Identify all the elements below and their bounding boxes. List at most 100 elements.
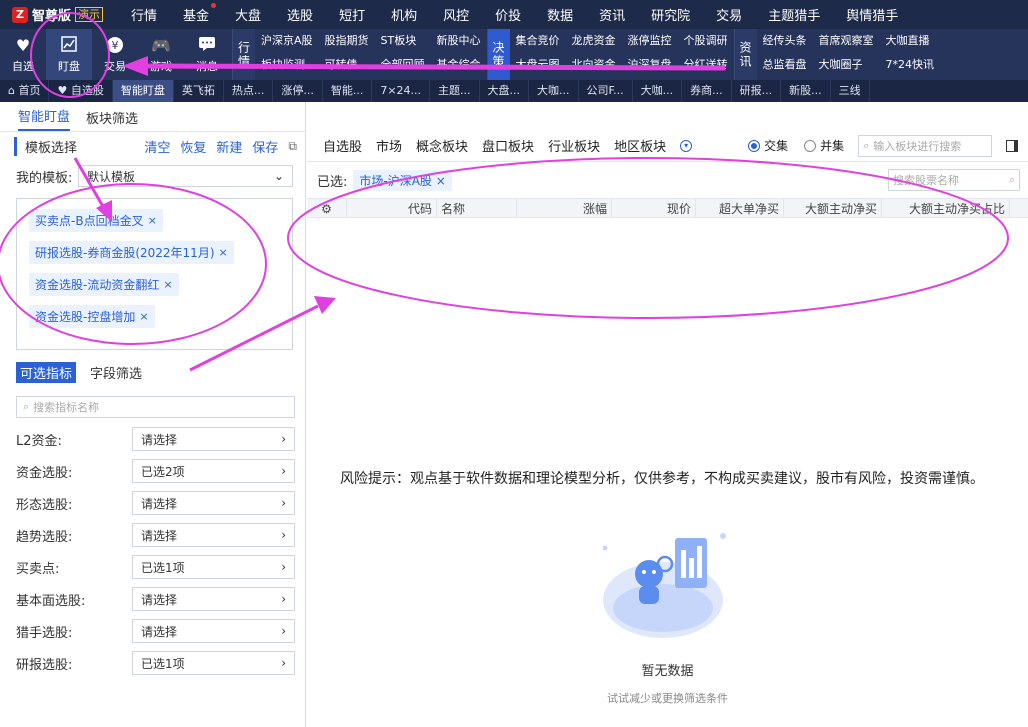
tab-item[interactable]: 大盘... — [480, 80, 530, 102]
col-price[interactable]: 现价 — [612, 199, 696, 217]
col-large-active-ratio[interactable]: 大额主动净买占比 — [882, 199, 1010, 217]
col-super-large-net[interactable]: 超大单净买 — [696, 199, 784, 217]
tab-item[interactable]: 三线 — [831, 80, 870, 102]
union-radio[interactable]: 并集 — [804, 137, 844, 154]
indicator-search-input[interactable]: ⌕ 搜索指标名称 — [16, 396, 295, 418]
tab-item[interactable]: 涨停... — [273, 80, 323, 102]
tab-item[interactable]: 新股... — [781, 80, 831, 102]
more-tabs-icon[interactable]: ▾ — [680, 139, 693, 152]
tab-item[interactable]: 券商... — [682, 80, 732, 102]
tab-smart-monitor[interactable]: 智能盯盘 — [18, 106, 71, 131]
indicator-select[interactable]: 已选2项 › — [132, 459, 295, 483]
tab-item[interactable]: 7×24... — [372, 80, 431, 102]
tab-item[interactable]: 大咖... — [529, 80, 579, 102]
toolbar-link[interactable]: 板块监测 — [255, 53, 319, 77]
col-name[interactable]: 名称 — [437, 199, 517, 217]
collapse-panel-icon[interactable] — [1006, 139, 1019, 152]
settings-icon[interactable]: ⚙ — [307, 199, 347, 217]
topnav-item[interactable]: 短打 — [326, 5, 378, 24]
new-button[interactable]: 新建 — [216, 137, 242, 156]
topnav-item[interactable]: 资讯 — [586, 5, 638, 24]
toolbar-link[interactable]: 总监看盘 — [757, 53, 813, 77]
tab-sector-filter[interactable]: 板块筛选 — [86, 108, 138, 131]
topnav-item[interactable]: 数据 — [534, 5, 586, 24]
toolbar-link[interactable]: 个股调研 — [678, 29, 734, 53]
topnav-item[interactable]: 选股 — [274, 5, 326, 24]
topnav-item[interactable]: 舆情猎手 — [833, 5, 911, 24]
topnav-item[interactable]: 主题猎手 — [755, 5, 833, 24]
topnav-item[interactable]: 研究院 — [638, 5, 703, 24]
toolbar-link[interactable]: 大咖圈子 — [813, 53, 880, 77]
close-icon[interactable]: × — [148, 214, 157, 227]
stock-search-input[interactable]: 搜索股票名称 ⌕ — [888, 169, 1020, 191]
col-change[interactable]: 涨幅 — [517, 199, 612, 217]
indicator-select[interactable]: 已选1项 › — [132, 651, 295, 675]
tab-order-book[interactable]: 盘口板块 — [482, 136, 534, 155]
intersect-radio[interactable]: 交集 — [748, 137, 788, 154]
tab-item[interactable]: 主题... — [430, 80, 480, 102]
close-icon[interactable]: × — [219, 246, 228, 259]
toolbar-link[interactable]: 股指期货 — [319, 29, 375, 53]
toolbar-link[interactable]: 经传头条 — [757, 29, 813, 53]
tab-concept[interactable]: 概念板块 — [416, 136, 468, 155]
topnav-item[interactable]: 机构 — [378, 5, 430, 24]
save-button[interactable]: 保存 — [252, 137, 278, 156]
clear-button[interactable]: 清空 — [144, 137, 170, 156]
tab-industry[interactable]: 行业板块 — [548, 136, 600, 155]
tab-item[interactable]: 研报... — [732, 80, 782, 102]
monitor-button[interactable]: 盯盘 — [46, 29, 92, 80]
message-button[interactable]: 消息 — [184, 29, 230, 80]
tab-item[interactable]: ♥ 自选股 — [49, 80, 113, 102]
toolbar-link[interactable]: 沪深复盘 — [622, 53, 678, 77]
toolbar-link[interactable]: 沪深京A股 — [255, 29, 319, 53]
topnav-item[interactable]: 价投 — [482, 5, 534, 24]
toolbar-link[interactable]: 龙虎资金 — [566, 29, 622, 53]
close-icon[interactable]: × — [163, 278, 172, 291]
copy-icon[interactable]: ⧉ — [288, 139, 297, 154]
topnav-item[interactable]: 行情 — [118, 5, 170, 24]
tab-item[interactable]: 智能... — [323, 80, 373, 102]
col-large-active-net[interactable]: 大额主动净买 — [784, 199, 882, 217]
template-chip[interactable]: 资金选股-控盘增加 × — [29, 305, 155, 328]
topnav-item[interactable]: 基金 — [170, 3, 222, 24]
tab-item[interactable]: 公司F... — [579, 80, 633, 102]
toolbar-link[interactable]: 首席观察室 — [813, 29, 880, 53]
tab-item[interactable]: 英飞拓 — [174, 80, 224, 102]
toolbar-group-label[interactable]: 行情 — [233, 29, 255, 80]
toolbar-link[interactable]: 7*24快讯 — [880, 53, 941, 77]
indicator-select[interactable]: 请选择 › — [132, 619, 295, 643]
indicator-select[interactable]: 已选1项 › — [132, 555, 295, 579]
tab-region[interactable]: 地区板块 — [614, 136, 666, 155]
toolbar-link[interactable]: 可转债 — [319, 53, 375, 77]
toolbar-link[interactable]: 大盘云图 — [510, 53, 566, 77]
toolbar-link[interactable]: 分红送转 — [678, 53, 734, 77]
toolbar-group-label[interactable]: 资讯 — [734, 29, 757, 80]
toolbar-link[interactable]: 基金综合 — [431, 53, 487, 77]
tab-watchlist[interactable]: 自选股 — [323, 136, 362, 155]
col-code[interactable]: 代码 — [347, 199, 437, 217]
tab-item[interactable]: ⌂ 首页 — [0, 80, 50, 102]
tab-field-filter[interactable]: 字段筛选 — [86, 362, 146, 383]
indicator-select[interactable]: 请选择 › — [132, 427, 295, 451]
tab-item[interactable]: 大咖... — [633, 80, 683, 102]
close-icon[interactable]: × — [139, 310, 148, 323]
restore-button[interactable]: 恢复 — [180, 137, 206, 156]
selected-chip[interactable]: 市场-沪深A股 × — [353, 169, 452, 191]
template-chip[interactable]: 资金选股-流动资金翻红 × — [29, 273, 179, 296]
sector-search-input[interactable]: ⌕ 输入板块进行搜索 — [858, 134, 993, 157]
tab-market[interactable]: 市场 — [376, 136, 402, 155]
toolbar-link[interactable]: 大咖直播 — [880, 29, 941, 53]
toolbar-link[interactable]: 涨停监控 — [622, 29, 678, 53]
trade-button[interactable]: ¥ 交易 — [92, 29, 138, 80]
template-chip[interactable]: 研报选股-券商金股(2022年11月) × — [29, 241, 234, 264]
topnav-item[interactable]: 风控 — [430, 5, 482, 24]
toolbar-group-label[interactable]: 决策 — [487, 29, 510, 80]
indicator-select[interactable]: 请选择 › — [132, 523, 295, 547]
topnav-item[interactable]: 交易 — [703, 5, 755, 24]
watchlist-button[interactable]: ♥ 自选 — [0, 29, 46, 80]
close-icon[interactable]: × — [436, 174, 446, 188]
indicator-select[interactable]: 请选择 › — [132, 587, 295, 611]
template-chip[interactable]: 买卖点-B点回档金叉 × — [29, 209, 163, 232]
game-button[interactable]: 🎮 游戏 — [138, 29, 184, 80]
indicator-select[interactable]: 请选择 › — [132, 491, 295, 515]
